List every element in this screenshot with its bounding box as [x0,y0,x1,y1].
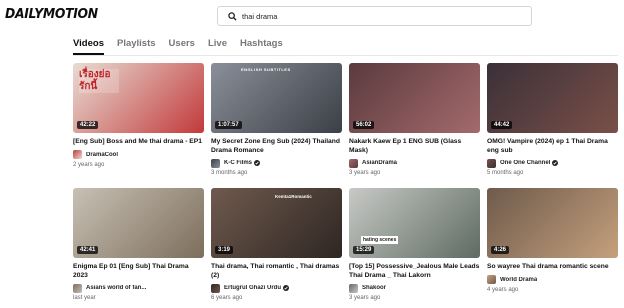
video-card[interactable]: 4:26 So wayree Thai drama romantic scene W… [487,188,618,293]
video-age: 3 years ago [349,170,381,176]
channel-row[interactable]: AsianDrama [349,158,480,168]
verified-check-icon [552,160,559,166]
video-title[interactable]: Enigma Ep 01 [Eng Sub] Thai Drama 2023 [73,263,204,280]
thumbnail-overlay-text: hating scenes [361,236,399,244]
search-icon[interactable] [222,7,242,25]
video-card[interactable]: hating scenes 15:29 [Top 15] Possessive_Je… [349,188,480,301]
video-age: 6 years ago [211,295,243,301]
video-thumbnail[interactable]: 44:42 [487,63,618,133]
tab-live[interactable]: Live [208,38,227,55]
thumbnail-overlay-text: เรื่องย่อ รักนี้ [79,69,119,93]
channel-name[interactable]: K-C Films [224,160,252,166]
channel-avatar[interactable] [487,275,496,284]
channel-avatar[interactable] [211,283,220,293]
video-title[interactable]: So wayree Thai drama romantic scene [487,263,618,272]
video-title[interactable]: [Eng Sub] Boss and Me thai drama - EP1 [73,138,204,147]
video-age: 5 months ago [487,170,524,176]
thumbnail-overlay-text: Kemta1Romantic [275,194,312,199]
video-age: 4 years ago [487,286,519,293]
video-duration: 42:22 [77,121,99,129]
dailymotion-logo[interactable]: DAILYMOTION [5,7,98,22]
video-card[interactable]: ENGLISH SUBTITLES 1:07:57 My Secret Zone E… [211,63,342,176]
video-thumbnail[interactable]: 56:02 [349,63,480,133]
video-thumbnail[interactable]: Kemta1Romantic 3:19 [211,188,342,258]
channel-name[interactable]: Shakoor [362,285,386,291]
video-duration: 56:02 [353,121,375,129]
video-card[interactable]: Kemta1Romantic 3:19 Thai drama, Thai roman… [211,188,342,301]
verified-check-icon [283,285,289,291]
video-duration: 4:26 [491,246,510,254]
video-thumbnail[interactable]: เรื่องย่อ รักนี้ 42:22 [73,63,204,133]
video-age: 2 years ago [73,161,105,168]
video-thumbnail[interactable]: hating scenes 15:29 [349,188,480,258]
video-card[interactable]: 42:41 Enigma Ep 01 [Eng Sub] Thai Drama 2… [73,188,204,301]
video-thumbnail[interactable]: 42:41 [73,188,204,258]
video-card[interactable]: 56:02 Nakark Kaew Ep 1 ENG SUB (Glass Mas… [349,63,480,176]
tab-hashtags[interactable]: Hashtags [240,38,283,55]
video-duration: 42:41 [77,246,99,254]
channel-name[interactable]: DramaCool [86,152,118,158]
channel-avatar[interactable] [73,283,82,293]
channel-name[interactable]: Asians world of fan... [86,285,146,291]
video-duration: 15:29 [353,246,375,254]
video-duration: 44:42 [491,121,513,129]
channel-name[interactable]: Ertugrul Ghazi Urdu [224,285,281,291]
tab-users[interactable]: Users [169,38,195,55]
video-card[interactable]: เรื่องย่อ รักนี้ 42:22 [Eng Sub] Boss and … [73,63,204,168]
search-bar[interactable] [217,6,532,26]
video-title[interactable]: Thai drama, Thai romantic , Thai dramas … [211,263,342,280]
tab-playlists[interactable]: Playlists [117,38,156,55]
channel-name[interactable]: One One Channel [500,160,550,166]
channel-row[interactable]: K-C Films [211,158,342,168]
channel-avatar[interactable] [349,283,358,293]
channel-row[interactable]: World Drama [487,275,618,285]
search-input[interactable] [242,8,522,24]
tab-videos[interactable]: Videos [73,38,104,55]
channel-row[interactable]: One One Channel [487,158,618,168]
tabs-divider [73,55,618,56]
channel-name[interactable]: AsianDrama [362,160,397,166]
video-thumbnail[interactable]: 4:26 [487,188,618,258]
video-card[interactable]: 44:42 OMG! Vampire (2024) ep 1 Thai Drama… [487,63,618,176]
channel-avatar[interactable] [487,158,496,168]
video-thumbnail[interactable]: ENGLISH SUBTITLES 1:07:57 [211,63,342,133]
video-duration: 1:07:57 [215,121,242,129]
channel-row[interactable]: Asians world of fan... [73,283,204,293]
video-duration: 3:19 [215,246,234,254]
video-title[interactable]: OMG! Vampire (2024) ep 1 Thai Drama eng … [487,138,618,155]
video-title[interactable]: [Top 15] Possessive_Jealous Male Leads T… [349,263,480,280]
channel-row[interactable]: Shakoor [349,283,480,293]
channel-avatar[interactable] [73,150,82,159]
channel-avatar[interactable] [211,158,220,168]
video-age: 3 years ago [349,295,381,301]
thumbnail-overlay-text: ENGLISH SUBTITLES [241,67,291,72]
search-tabs: Videos Playlists Users Live Hashtags [73,38,296,55]
channel-row[interactable]: DramaCool [73,150,204,160]
video-age: last year [73,295,96,301]
channel-row[interactable]: Ertugrul Ghazi Urdu [211,283,342,293]
channel-avatar[interactable] [349,158,358,168]
video-age: 3 months ago [211,170,248,176]
verified-check-icon [254,160,261,166]
video-title[interactable]: Nakark Kaew Ep 1 ENG SUB (Glass Mask) [349,138,480,155]
video-title[interactable]: My Secret Zone Eng Sub (2024) Thailand D… [211,138,342,155]
channel-name[interactable]: World Drama [500,277,537,283]
